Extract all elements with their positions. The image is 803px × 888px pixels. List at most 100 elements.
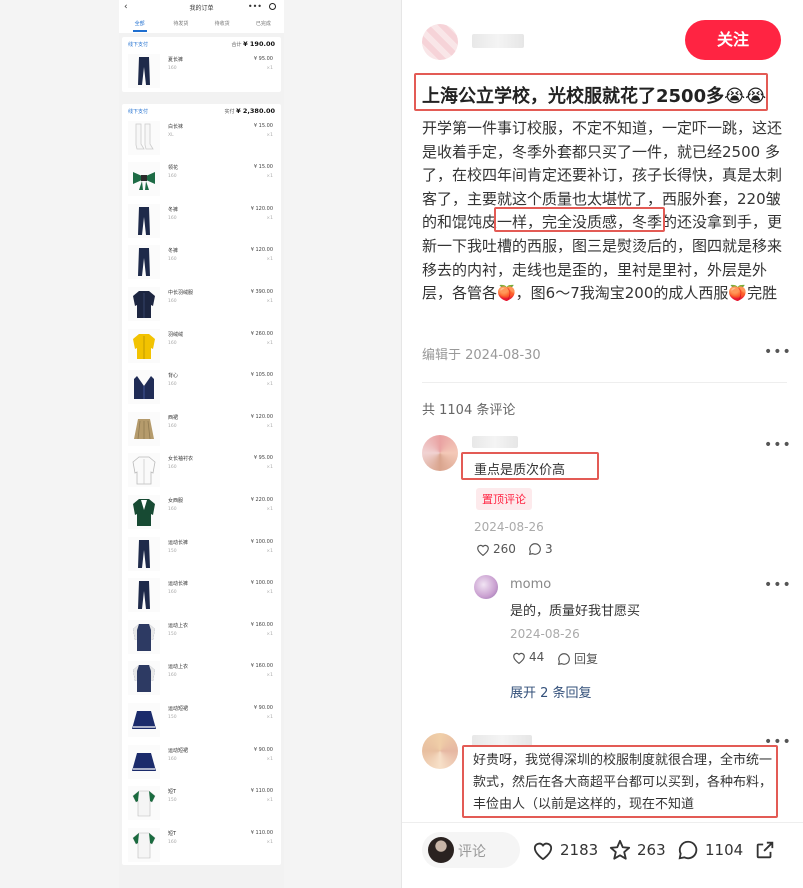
order-item[interactable]: 背心 160 ¥ 105.00 ×1 (122, 366, 281, 408)
author-avatar[interactable] (422, 24, 458, 60)
item-qty: ×1 (266, 548, 273, 554)
order-total-label: 实付 (224, 108, 237, 115)
item-size: 160 (168, 465, 177, 471)
navy-pants-icon (128, 203, 160, 238)
pinned-badge: 置顶评论 (476, 488, 532, 510)
comment-button[interactable]: 1104 (677, 839, 743, 861)
item-size: 160 (168, 66, 177, 71)
item-price: ¥ 90.00 (253, 704, 273, 711)
green-blazer-icon (128, 494, 160, 529)
item-name: 运动短裙 (168, 705, 189, 712)
item-size: 160 (168, 174, 177, 180)
item-price: ¥ 90.00 (253, 746, 273, 753)
share-icon (756, 841, 774, 859)
order-item[interactable]: 运动上衣 160 ¥ 160.00 ×1 (122, 657, 281, 699)
order-header: 线下支付 合计 ¥ 190.00 (122, 37, 281, 50)
item-qty: ×1 (266, 631, 273, 637)
comment-count: 共 1104 条评论 (422, 403, 516, 418)
my-avatar (428, 837, 454, 863)
reply-reply-button[interactable]: 回复 (557, 650, 598, 667)
order-item[interactable]: 夏长裤 160 ¥ 95.00 ×1 (122, 50, 281, 92)
tab-all: 全部 (134, 21, 145, 27)
order-item[interactable]: 短T 150 ¥ 110.00 ×1 (122, 782, 281, 824)
item-name: 羽绒绒 (168, 331, 184, 338)
comment-reply-button[interactable]: 3 (528, 542, 553, 556)
expand-replies-link[interactable]: 展开 2 条回复 (510, 682, 592, 701)
order-item[interactable]: 短T 160 ¥ 110.00 ×1 (122, 824, 281, 866)
white-socks-icon (128, 120, 160, 155)
comment-icon (678, 840, 698, 860)
track-jacket-icon (128, 661, 160, 696)
reply-like-button[interactable]: 44 (512, 650, 544, 664)
item-price: ¥ 100.00 (250, 580, 273, 587)
item-size: 160 (168, 298, 177, 304)
order-item[interactable]: 西裙 160 ¥ 120.00 ×1 (122, 408, 281, 450)
reply-more-icon[interactable]: ••• (764, 577, 792, 593)
item-price: ¥ 105.00 (250, 372, 273, 379)
reply-avatar[interactable] (474, 575, 498, 599)
comment-like-button[interactable]: 260 (476, 542, 516, 556)
order-total-label: 合计 (231, 42, 244, 48)
screenshot: ‹ 我的订单 ••• 全部 待发货 待收货 已完成 线下支付 合计 ¥ 190.0… (0, 0, 803, 888)
comment-text: 重点是质次价高 (474, 463, 566, 478)
comment-input[interactable]: 评论 (422, 832, 520, 868)
item-qty: ×1 (266, 257, 273, 263)
order-item[interactable]: 运动长裤 150 ¥ 100.00 ×1 (122, 533, 281, 575)
post-more-icon[interactable]: ••• (764, 344, 792, 360)
item-price: ¥ 100.00 (250, 538, 273, 545)
item-name: 运动上衣 (168, 664, 189, 671)
item-qty: ×1 (266, 756, 273, 762)
item-size: 160 (168, 673, 177, 679)
navy-vest-icon (128, 370, 160, 405)
commenter-avatar[interactable] (422, 733, 458, 769)
item-name: 西裙 (168, 414, 179, 421)
order-item[interactable]: 白长袜 XL ¥ 15.00 ×1 (122, 117, 281, 159)
item-price: ¥ 15.00 (253, 122, 273, 129)
tab-done: 已完成 (255, 21, 271, 27)
item-qty: ×1 (266, 382, 273, 388)
item-name: 短T (168, 830, 177, 837)
item-qty: ×1 (266, 673, 273, 679)
item-qty: ×1 (266, 132, 273, 138)
star-count: 263 (637, 841, 666, 859)
commenter-name[interactable] (472, 436, 518, 448)
reply-text: 是的，质量好我甘愿买 (510, 604, 641, 619)
reply-user[interactable]: momo (510, 577, 551, 592)
order-item[interactable]: 中长羽绒服 160 ¥ 390.00 ×1 (122, 283, 281, 325)
comment-more-icon[interactable]: ••• (764, 437, 792, 453)
star-button[interactable]: 263 (609, 839, 666, 861)
tab-pending-ship: 待发货 (173, 21, 189, 27)
order-item[interactable]: 冬裤 160 ¥ 120.00 ×1 (122, 200, 281, 242)
phone-header: ‹ 我的订单 ••• 全部 待发货 待收货 已完成 (119, 0, 284, 33)
order-item[interactable]: 运动长裤 160 ¥ 100.00 ×1 (122, 574, 281, 616)
share-button[interactable] (754, 839, 776, 861)
item-name: 夏长裤 (168, 57, 184, 63)
commenter-avatar[interactable] (422, 435, 458, 471)
order-card[interactable]: 线下支付 实付 ¥ 2,380.00 白长袜 XL ¥ 15.00 ×1 领花 160 ¥ 15… (122, 103, 281, 866)
item-name: 领花 (168, 165, 179, 172)
item-name: 背心 (168, 373, 179, 380)
reply-label: 回复 (574, 652, 599, 666)
order-total-value: ¥ 190.00 (243, 40, 275, 48)
order-item[interactable]: 领花 160 ¥ 15.00 ×1 (122, 158, 281, 200)
order-item[interactable]: 冬裤 160 ¥ 120.00 ×1 (122, 241, 281, 283)
order-item[interactable]: 女西服 160 ¥ 220.00 ×1 (122, 491, 281, 533)
item-price: ¥ 15.00 (253, 164, 273, 171)
order-item[interactable]: 羽绒绒 160 ¥ 260.00 ×1 (122, 325, 281, 367)
tab-pending-receive: 待收货 (214, 21, 230, 27)
order-item[interactable]: 运动短裙 150 ¥ 90.00 ×1 (122, 699, 281, 741)
like-button[interactable]: 2183 (532, 840, 598, 860)
polo-shirt-icon (128, 827, 160, 862)
follow-button[interactable]: 关注 (685, 20, 781, 60)
reply-like-count: 44 (529, 650, 545, 664)
order-total: 实付 ¥ 2,380.00 (225, 107, 275, 115)
order-card[interactable]: 线下支付 合计 ¥ 190.00 夏长裤 160 ¥ 95.00 ×1 (122, 37, 281, 92)
order-item[interactable]: 女长袖衬衣 160 ¥ 95.00 ×1 (122, 449, 281, 491)
order-tabs: 全部 待发货 待收货 已完成 (119, 20, 284, 27)
order-item[interactable]: 运动短裙 160 ¥ 90.00 ×1 (122, 741, 281, 783)
author-name[interactable] (472, 34, 524, 48)
order-item[interactable]: 运动上衣 150 ¥ 160.00 ×1 (122, 616, 281, 658)
item-name: 中长羽绒服 (168, 289, 194, 296)
heart-icon (477, 544, 489, 556)
image-panel[interactable]: ‹ 我的订单 ••• 全部 待发货 待收货 已完成 线下支付 合计 ¥ 190.0… (0, 0, 402, 888)
